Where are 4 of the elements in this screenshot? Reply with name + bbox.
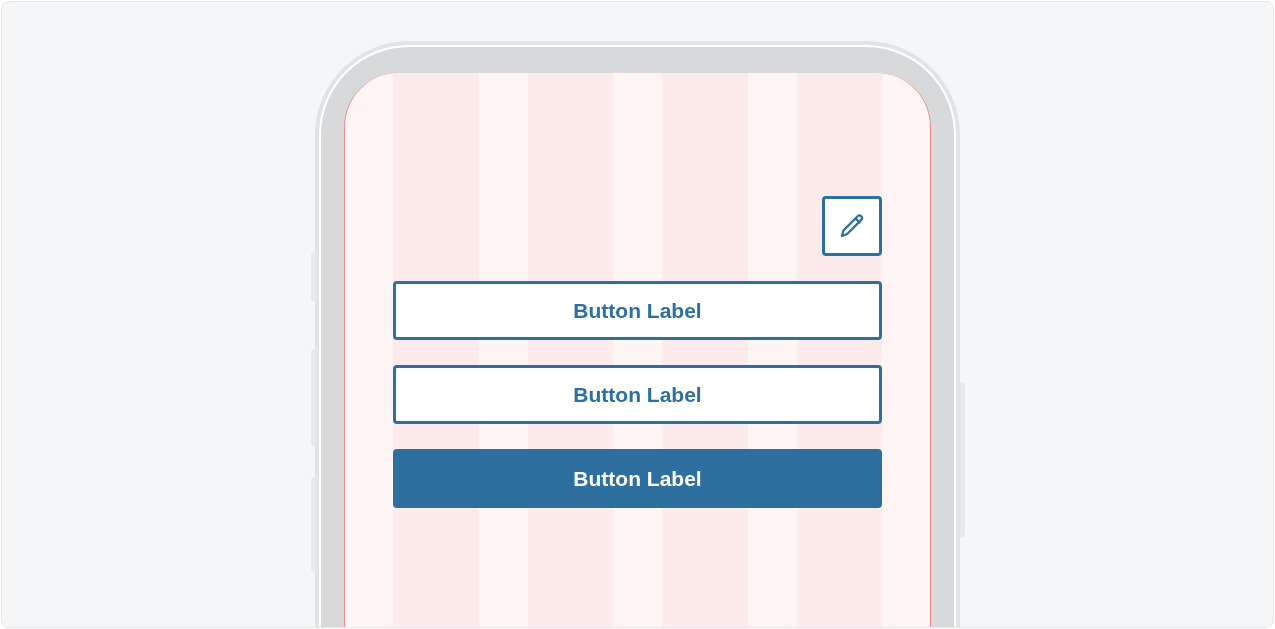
edit-button[interactable]	[822, 196, 882, 256]
secondary-button[interactable]: Button Label	[393, 281, 882, 340]
secondary-button[interactable]: Button Label	[393, 365, 882, 424]
primary-button[interactable]: Button Label	[393, 449, 882, 508]
